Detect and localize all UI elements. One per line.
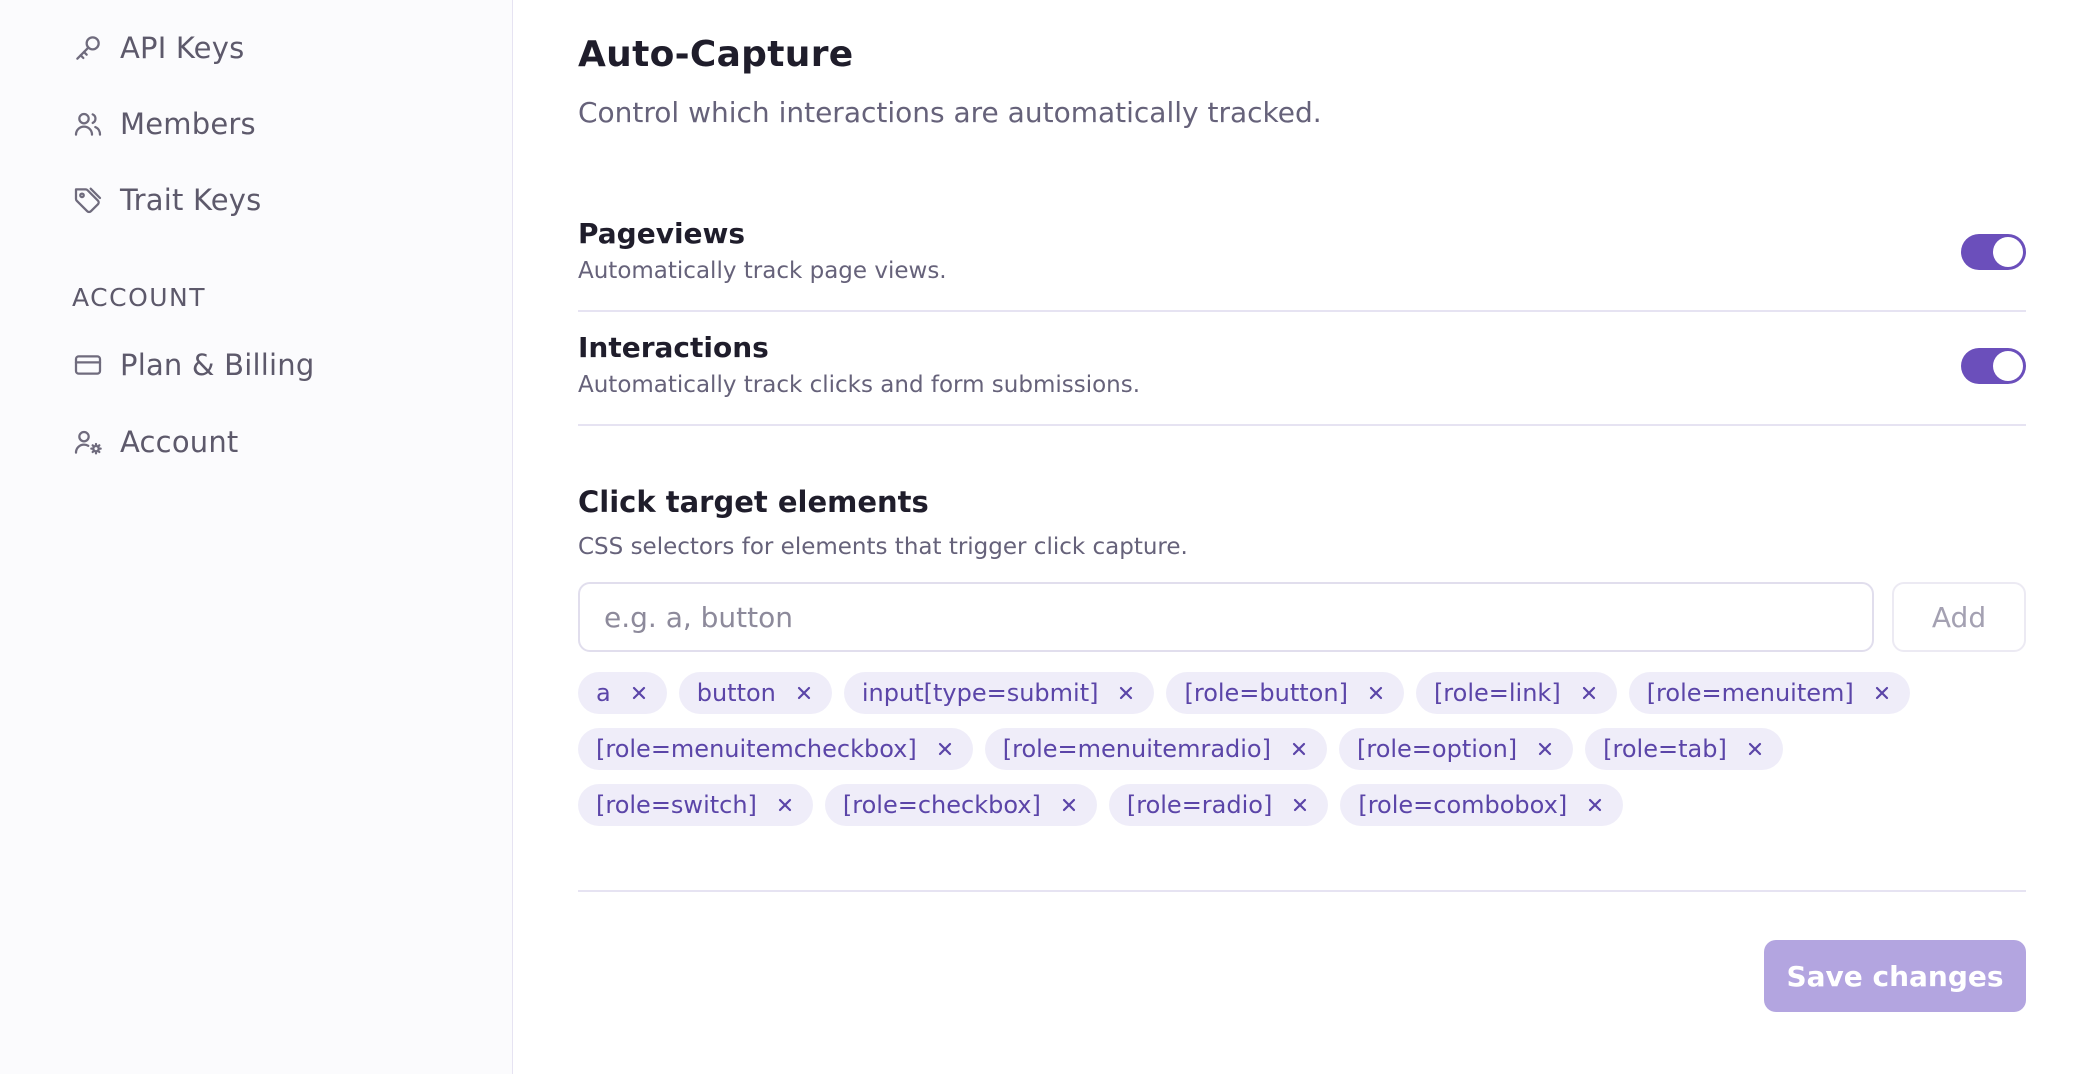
chip-row: a button input[type=submit] [role=button] [r…: [578, 672, 1910, 714]
chip-row: [role=switch] [role=checkbox] [role=radio]…: [578, 784, 1624, 826]
click-targets-title: Click target elements: [578, 485, 929, 519]
account-section-heading: ACCOUNT: [72, 283, 207, 312]
sidebar-item-account[interactable]: Account: [70, 417, 239, 467]
selector-chip: [role=link]: [1415, 672, 1617, 714]
pageviews-setting: Pageviews Automatically track page views…: [578, 217, 2026, 284]
interactions-setting: Interactions Automatically track clicks …: [578, 331, 2026, 398]
divider: [578, 890, 2026, 892]
close-icon[interactable]: [629, 683, 649, 703]
sidebar-item-label: Plan & Billing: [120, 348, 315, 382]
sidebar-item-members[interactable]: Members: [70, 99, 256, 149]
save-changes-button[interactable]: Save changes: [1764, 940, 2026, 1012]
selector-chip-label: a: [596, 679, 611, 707]
interactions-description: Automatically track clicks and form subm…: [578, 372, 1141, 398]
selector-chip: [role=combobox]: [1340, 784, 1624, 826]
selector-chip-label: [role=tab]: [1603, 735, 1727, 763]
pageviews-title: Pageviews: [578, 217, 746, 250]
selector-chip: [role=button]: [1166, 672, 1404, 714]
selector-chip: [role=switch]: [578, 784, 813, 826]
selector-chip-label: button: [696, 679, 776, 707]
close-icon[interactable]: [1289, 739, 1309, 759]
close-icon[interactable]: [1366, 683, 1386, 703]
chip-row: [role=menuitemcheckbox] [role=menuitemrad…: [578, 728, 1783, 770]
click-targets-description: CSS selectors for elements that trigger …: [578, 534, 1188, 560]
divider: [578, 424, 2026, 426]
selector-chip-label: [role=combobox]: [1358, 791, 1568, 819]
selector-chip-label: [role=radio]: [1126, 791, 1273, 819]
selector-chip-label: [role=menuitemradio]: [1002, 735, 1271, 763]
close-icon[interactable]: [1290, 795, 1310, 815]
selector-chip: a: [578, 672, 667, 714]
selector-chip: [role=tab]: [1585, 728, 1783, 770]
pageviews-toggle[interactable]: [1961, 234, 2026, 270]
close-icon[interactable]: [935, 739, 955, 759]
sidebar-item-label: Account: [120, 425, 239, 459]
selector-chip-label: [role=menuitem]: [1646, 679, 1854, 707]
page-subtitle: Control which interactions are automatic…: [578, 96, 1322, 129]
interactions-toggle[interactable]: [1961, 348, 2026, 384]
sidebar-item-label: Trait Keys: [120, 183, 262, 217]
selector-chip: [role=menuitemcheckbox]: [578, 728, 973, 770]
sidebar: API Keys Members Trait Keys ACCOUNT Plan…: [0, 0, 513, 1074]
sidebar-item-api-keys[interactable]: API Keys: [70, 23, 244, 73]
users-icon: [70, 106, 106, 142]
key-icon: [70, 30, 106, 66]
selector-chip-label: [role=switch]: [596, 791, 757, 819]
close-icon[interactable]: [1535, 739, 1555, 759]
pageviews-description: Automatically track page views.: [578, 258, 947, 284]
selector-chip: [role=radio]: [1108, 784, 1329, 826]
sidebar-item-plan-billing[interactable]: Plan & Billing: [70, 340, 314, 390]
sidebar-item-label: Members: [120, 107, 256, 141]
selector-chip-label: [role=link]: [1433, 679, 1561, 707]
user-settings-icon: [70, 424, 106, 460]
selector-input[interactable]: [578, 582, 1874, 652]
sidebar-item-label: API Keys: [120, 31, 245, 65]
toggle-knob: [1993, 237, 2023, 267]
close-icon[interactable]: [794, 683, 814, 703]
close-icon[interactable]: [1059, 795, 1079, 815]
add-selector-button[interactable]: Add: [1892, 582, 2026, 652]
close-icon[interactable]: [1579, 683, 1599, 703]
selector-chip-label: [role=option]: [1356, 735, 1518, 763]
selector-chip-label: [role=menuitemcheckbox]: [596, 735, 917, 763]
tag-icon: [70, 182, 106, 218]
sidebar-item-trait-keys[interactable]: Trait Keys: [70, 175, 261, 225]
divider: [578, 310, 2026, 312]
selector-chip-label: [role=checkbox]: [842, 791, 1041, 819]
interactions-title: Interactions: [578, 331, 769, 364]
close-icon[interactable]: [1116, 683, 1136, 703]
close-icon[interactable]: [775, 795, 795, 815]
close-icon[interactable]: [1745, 739, 1765, 759]
selector-chip: input[type=submit]: [843, 672, 1155, 714]
selector-chip: [role=menuitem]: [1628, 672, 1910, 714]
selector-chip: [role=checkbox]: [824, 784, 1097, 826]
page-title: Auto-Capture: [578, 34, 854, 75]
selector-chip: button: [678, 672, 832, 714]
credit-card-icon: [70, 347, 106, 383]
selector-chip-label: [role=button]: [1184, 679, 1348, 707]
main-content: Auto-Capture Control which interactions …: [578, 0, 2026, 1074]
selector-chip: [role=option]: [1338, 728, 1574, 770]
close-icon[interactable]: [1585, 795, 1605, 815]
selector-chip: [role=menuitemradio]: [984, 728, 1327, 770]
close-icon[interactable]: [1872, 683, 1892, 703]
toggle-knob: [1993, 351, 2023, 381]
selector-chip-label: input[type=submit]: [861, 679, 1099, 707]
